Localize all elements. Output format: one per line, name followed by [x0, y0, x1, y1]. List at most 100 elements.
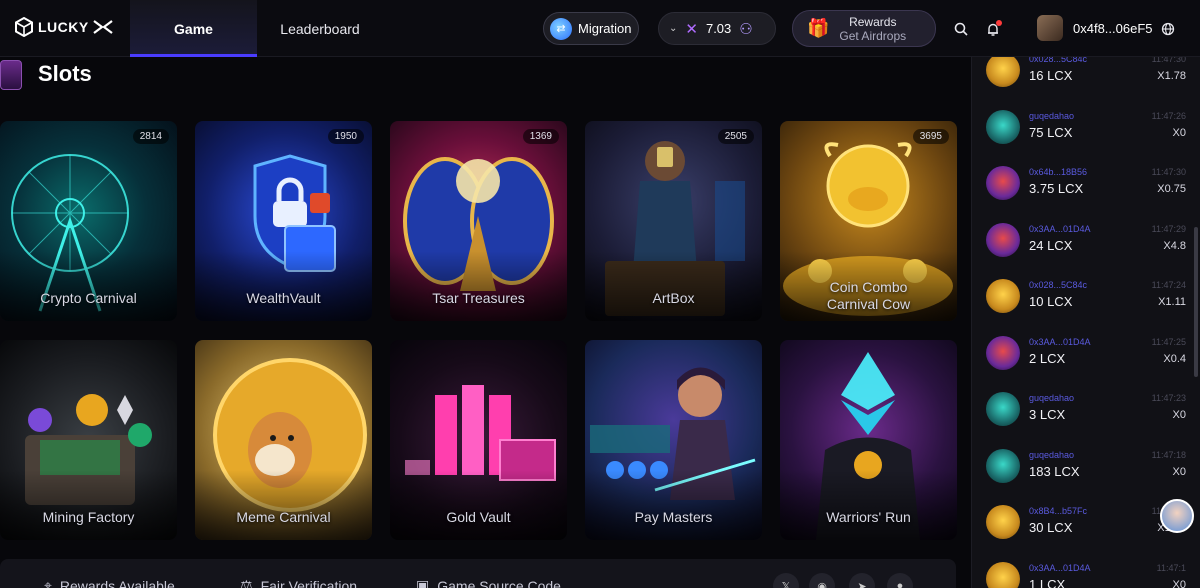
player-count-badge: 1950: [327, 129, 364, 144]
feed-multiplier: X1.78: [1157, 70, 1186, 82]
logo-cube-icon: [15, 17, 33, 37]
feed-multiplier: X0: [1172, 409, 1186, 421]
list-item[interactable]: 0x028...5C84c 16 LCX 11:47:30 X1.78: [986, 57, 1188, 101]
feed-username: guqedahao: [1029, 110, 1075, 121]
fair-verification-label: Fair Verification: [260, 577, 358, 588]
feed-username: 0x64b...18B56: [1029, 167, 1088, 177]
avatar: [986, 166, 1020, 200]
migration-label: Migration: [578, 21, 632, 36]
list-item[interactable]: 0x3AA...01D4A 2 LCX 11:47:25 X0.4: [986, 335, 1188, 384]
game-card-crypto-carnival[interactable]: 2814 Crypto Carnival: [0, 121, 177, 321]
list-item[interactable]: 0x3AA...01D4A 24 LCX 11:47:29 X4.8: [986, 222, 1188, 271]
migration-button[interactable]: ⇄ Migration: [543, 12, 639, 45]
feed-username: 0x3AA...01D4A: [1029, 223, 1091, 234]
feed-amount: 75 LCX: [1029, 124, 1073, 140]
feed-amount: 16 LCX: [1029, 68, 1073, 83]
feed-time: 11:47:24: [1151, 280, 1186, 290]
game-card-meme-carnival[interactable]: Meme Carnival: [195, 340, 372, 540]
feed-multiplier: X0.4: [1163, 352, 1186, 365]
tab-game[interactable]: Game: [130, 0, 257, 57]
rewards-subtitle: Get Airdrops: [839, 28, 907, 43]
avatar: [986, 222, 1020, 257]
avatar: [986, 109, 1020, 144]
main-content: Slots 2814 Crypto Carnival 1950 WealthVa…: [0, 57, 970, 588]
list-item[interactable]: guqedahao 183 LCX 11:47:18 X0: [986, 448, 1188, 497]
rewards-available-link[interactable]: ⌖ Rewards Available: [44, 577, 175, 588]
feed-username: 0x8B4...b57Fc: [1029, 506, 1088, 516]
feed-amount: 1 LCX: [1029, 576, 1066, 588]
tab-leaderboard-label: Leaderboard: [280, 20, 360, 37]
notification-bell-icon[interactable]: [983, 19, 1003, 39]
list-item[interactable]: 0x028...5C84c 10 LCX 11:47:24 X1.11: [986, 279, 1188, 327]
code-icon: ▣: [416, 577, 430, 588]
feed-amount: 10 LCX: [1029, 294, 1073, 309]
feed-scrollbar[interactable]: [1194, 227, 1198, 377]
logo-x-icon: [93, 20, 113, 34]
rewards-button[interactable]: 🎁 Rewards Get Airdrops: [792, 10, 936, 47]
list-item[interactable]: 0x64b...18B56 3.75 LCX 11:47:30 X0.75: [986, 166, 1188, 214]
game-card-warriors-run[interactable]: Warriors' Run: [780, 340, 957, 540]
feed-time: 11:47:1: [1156, 562, 1186, 573]
list-item[interactable]: 0x8B4...b57Fc30 LCX11:47:18X1.67: [986, 505, 1188, 553]
support-chat-avatar[interactable]: [1160, 499, 1194, 533]
player-count-badge: 3695: [912, 129, 949, 144]
feed-multiplier: X0: [1172, 578, 1186, 588]
globe-icon[interactable]: [1158, 19, 1178, 39]
x-twitter-icon[interactable]: 𝕏: [773, 573, 799, 588]
lcx-token-icon: ✕: [685, 20, 698, 38]
game-title: Mining Factory: [42, 509, 135, 525]
game-card-wealthvault[interactable]: 1950 WealthVault: [195, 121, 372, 321]
scale-icon: ⚖: [240, 577, 253, 588]
avatar: [986, 392, 1020, 426]
feed-username: guqedahao: [1029, 449, 1075, 460]
game-title: Pay Masters: [634, 509, 713, 525]
game-title: Coin Combo Carnival Cow: [826, 279, 911, 312]
tab-game-label: Game: [174, 20, 213, 37]
player-count-badge: 2814: [132, 129, 169, 144]
game-card-artbox[interactable]: 2505 ArtBox: [585, 121, 762, 321]
wallet-account[interactable]: 0x4f8...06eF5: [1037, 15, 1153, 41]
list-item[interactable]: 0x3AA...01D4A 1 LCX 11:47:1 X0: [986, 561, 1188, 588]
game-card-coin-combo-carnival-cow[interactable]: 3695 Coin Combo Carnival Cow: [780, 121, 957, 321]
game-card-mining-factory[interactable]: Mining Factory: [0, 340, 177, 540]
balance-selector[interactable]: ⌄ ✕ 7.03 ⚇: [658, 12, 776, 45]
tab-leaderboard[interactable]: Leaderboard: [270, 0, 370, 57]
list-item[interactable]: guqedahao 3 LCX 11:47:23 X0: [986, 392, 1188, 440]
chevron-down-icon: ⌄: [669, 23, 678, 34]
avatar: [986, 279, 1020, 313]
profile-icon[interactable]: ●: [887, 573, 913, 588]
balance-value: 7.03: [705, 21, 732, 36]
lucky-logo[interactable]: LUCKY: [14, 17, 113, 37]
feed-time: 11:47:29: [1151, 223, 1186, 234]
game-card-tsar-treasures[interactable]: 1369 Tsar Treasures: [390, 121, 567, 321]
player-count-badge: 1369: [522, 129, 559, 144]
feed-amount: 3.75 LCX: [1029, 181, 1084, 196]
feed-time: 11:47:30: [1151, 167, 1186, 177]
slot-machine-icon: [0, 60, 22, 90]
feed-amount: 3 LCX: [1029, 407, 1066, 422]
list-item[interactable]: guqedahao 75 LCX 11:47:26 X0: [986, 109, 1188, 158]
game-card-pay-masters[interactable]: Pay Masters: [585, 340, 762, 540]
telegram-icon[interactable]: ➤: [849, 573, 875, 588]
game-source-code-link[interactable]: ▣ Game Source Code: [416, 577, 561, 588]
feed-amount: 24 LCX: [1029, 237, 1073, 253]
feed-username: 0x028...5C84c: [1029, 280, 1088, 290]
feed-multiplier: X0.75: [1157, 183, 1186, 195]
feed-multiplier: X0: [1172, 126, 1186, 139]
location-pin-icon: ⌖: [44, 577, 52, 588]
discord-icon[interactable]: ◉: [809, 573, 835, 588]
fair-verification-link[interactable]: ⚖ Fair Verification: [240, 577, 357, 588]
search-icon[interactable]: [951, 19, 971, 39]
game-title: Gold Vault: [446, 509, 511, 525]
feed-time: 11:47:25: [1151, 336, 1186, 347]
feed-amount: 30 LCX: [1029, 520, 1073, 535]
player-count-badge: 2505: [717, 129, 754, 144]
add-wallet-icon[interactable]: ⚇: [739, 20, 752, 38]
game-card-gold-vault[interactable]: Gold Vault: [390, 340, 567, 540]
feed-username: 0x3AA...01D4A: [1029, 336, 1091, 347]
feed-multiplier: X0: [1172, 465, 1186, 478]
feed-amount: 2 LCX: [1029, 350, 1066, 366]
feed-time: 11:47:23: [1151, 393, 1186, 403]
feed-time: 11:47:18: [1151, 449, 1186, 460]
avatar: [986, 561, 1020, 588]
